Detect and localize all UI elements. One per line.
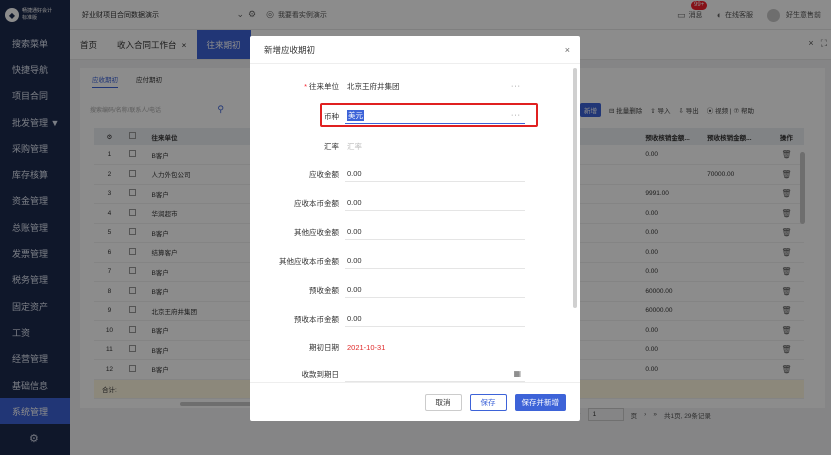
field-row-receivable: 应收金额 0.00 [250, 164, 570, 184]
rate-field[interactable]: 汇率 [345, 138, 525, 154]
receivable-local-amount-field[interactable]: 0.00 [345, 195, 525, 211]
save-button[interactable]: 保存 [469, 393, 507, 411]
cancel-button[interactable]: 取消 [424, 393, 462, 411]
due-date-field[interactable]: ▦ [345, 366, 525, 382]
new-receivable-dialog: 新增应收期初 × * 往来单位 北京王府井集团 ··· 币种 美元 ··· 汇率 … [250, 36, 580, 421]
other-receivable-local-field[interactable]: 0.00 [345, 253, 525, 269]
dialog-title: 新增应收期初 [264, 44, 316, 55]
field-row-prepay-local: 预收本币金额 0.00 [250, 309, 570, 329]
other-receivable-field[interactable]: 0.00 [345, 224, 525, 240]
opening-date-field[interactable]: 2021-10-31 [345, 339, 525, 355]
close-icon[interactable]: × [565, 45, 570, 55]
receivable-amount-field[interactable]: 0.00 [345, 166, 525, 182]
prepay-local-amount-field[interactable]: 0.00 [345, 311, 525, 327]
prepay-amount-field[interactable]: 0.00 [345, 282, 525, 298]
calendar-icon[interactable]: ▦ [513, 369, 521, 378]
save-and-new-button[interactable]: 保存并新增 [514, 393, 566, 411]
field-row-other-local: 其他应收本币金额 0.00 [250, 251, 570, 271]
currency-highlight [320, 103, 538, 127]
dialog-scrollbar[interactable] [573, 68, 577, 308]
field-row-due: 收款到期日 ▦ [250, 364, 570, 382]
field-row-prepay: 预收金额 0.00 [250, 280, 570, 300]
more-icon[interactable]: ··· [511, 83, 521, 90]
field-row-receivable-local: 应收本币金额 0.00 [250, 193, 570, 213]
field-row-rate: 汇率 汇率 [250, 136, 570, 156]
field-row-other: 其他应收金额 0.00 [250, 222, 570, 242]
field-row-unit: * 往来单位 北京王府井集团 ··· [250, 76, 570, 96]
field-row-date: 期初日期 2021-10-31 [250, 337, 570, 357]
unit-field[interactable]: 北京王府井集团 ··· [345, 78, 525, 94]
